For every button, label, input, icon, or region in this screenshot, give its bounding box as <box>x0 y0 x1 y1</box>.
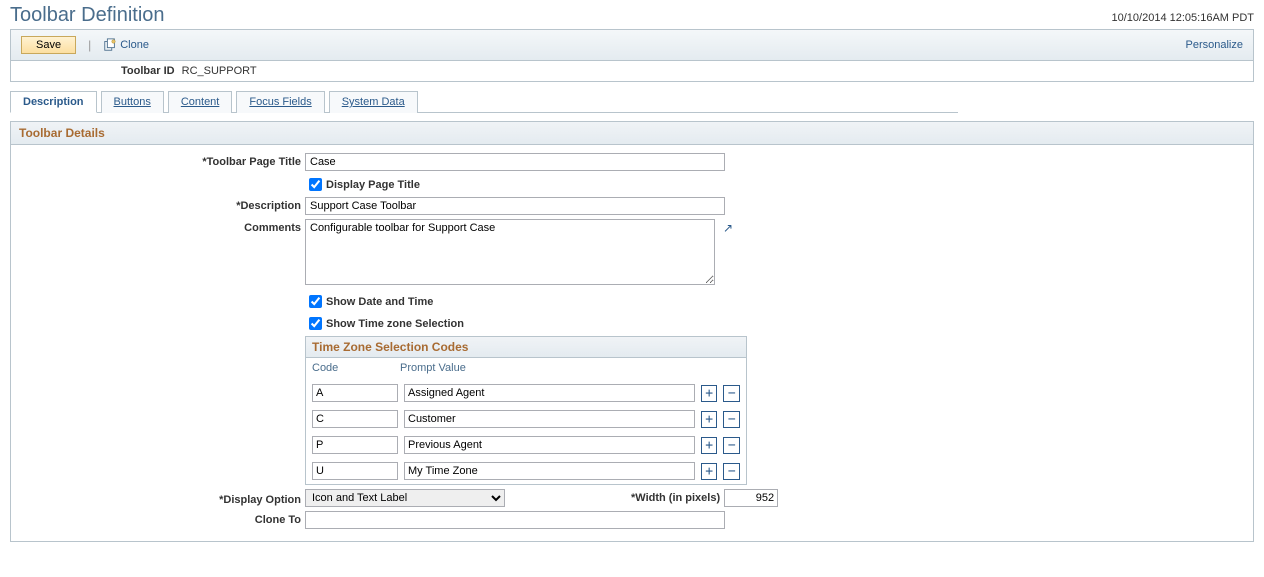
description-input[interactable] <box>305 197 725 215</box>
delete-row-button[interactable]: − <box>723 437 740 454</box>
display-page-title-label: Display Page Title <box>326 179 420 191</box>
tz-prompt-input[interactable] <box>404 462 695 480</box>
zoom-icon[interactable]: ↗ <box>723 221 733 235</box>
action-toolbar: Save | Clone Personalize <box>10 29 1254 61</box>
comments-textarea[interactable] <box>305 219 715 285</box>
width-input[interactable] <box>724 489 778 507</box>
timestamp: 10/10/2014 12:05:16AM PDT <box>1112 12 1254 24</box>
show-tz-checkbox[interactable] <box>309 317 322 330</box>
show-tz-label: Show Time zone Selection <box>326 318 464 330</box>
delete-row-button[interactable]: − <box>723 385 740 402</box>
tab-description[interactable]: Description <box>10 91 97 113</box>
id-row: Toolbar ID RC_SUPPORT <box>10 61 1254 82</box>
save-button[interactable]: Save <box>21 36 76 54</box>
toolbar-id-value: RC_SUPPORT <box>182 65 257 77</box>
tz-row: + − <box>306 432 746 458</box>
add-row-button[interactable]: + <box>701 437 718 454</box>
comments-label: Comments <box>11 219 305 234</box>
tab-system-data[interactable]: System Data <box>329 91 418 113</box>
width-label: *Width (in pixels) <box>631 492 720 504</box>
tz-col-prompt: Prompt Value <box>400 362 740 374</box>
tz-grid: Time Zone Selection Codes Code Prompt Va… <box>305 336 747 485</box>
section-header: Toolbar Details <box>10 121 1254 145</box>
tz-grid-title: Time Zone Selection Codes <box>306 337 746 358</box>
tz-code-input[interactable] <box>312 384 398 402</box>
tabs: Description Buttons Content Focus Fields… <box>10 90 958 113</box>
tz-row: + − <box>306 406 746 432</box>
tz-row: + − <box>306 380 746 406</box>
add-row-button[interactable]: + <box>701 463 718 480</box>
clone-link[interactable]: Clone <box>103 38 149 52</box>
show-datetime-checkbox[interactable] <box>309 295 322 308</box>
display-page-title-checkbox[interactable] <box>309 178 322 191</box>
clone-label: Clone <box>120 39 149 51</box>
tz-code-input[interactable] <box>312 436 398 454</box>
clone-to-label: Clone To <box>11 511 305 526</box>
separator: | <box>88 38 91 52</box>
delete-row-button[interactable]: − <box>723 411 740 428</box>
tz-prompt-input[interactable] <box>404 436 695 454</box>
section-body: *Toolbar Page Title Display Page Title *… <box>10 145 1254 542</box>
description-label: *Description <box>11 197 305 212</box>
page-title-input[interactable] <box>305 153 725 171</box>
show-datetime-label: Show Date and Time <box>326 296 433 308</box>
personalize-link[interactable]: Personalize <box>1186 39 1243 51</box>
clone-to-input[interactable] <box>305 511 725 529</box>
add-row-button[interactable]: + <box>701 385 718 402</box>
tz-col-code: Code <box>312 362 400 374</box>
display-option-select[interactable]: Icon and Text Label <box>305 489 505 507</box>
tz-prompt-input[interactable] <box>404 410 695 428</box>
tab-content[interactable]: Content <box>168 91 233 113</box>
page-title-label: *Toolbar Page Title <box>11 153 305 168</box>
tab-focus-fields[interactable]: Focus Fields <box>236 91 324 113</box>
display-option-label: *Display Option <box>11 491 305 506</box>
tab-buttons[interactable]: Buttons <box>101 91 164 113</box>
page-title: Toolbar Definition <box>10 4 165 27</box>
tz-prompt-input[interactable] <box>404 384 695 402</box>
tz-row: + − <box>306 458 746 484</box>
toolbar-id-label: Toolbar ID <box>121 65 175 77</box>
add-row-button[interactable]: + <box>701 411 718 428</box>
clone-icon <box>103 38 117 52</box>
delete-row-button[interactable]: − <box>723 463 740 480</box>
tz-code-input[interactable] <box>312 462 398 480</box>
tz-code-input[interactable] <box>312 410 398 428</box>
